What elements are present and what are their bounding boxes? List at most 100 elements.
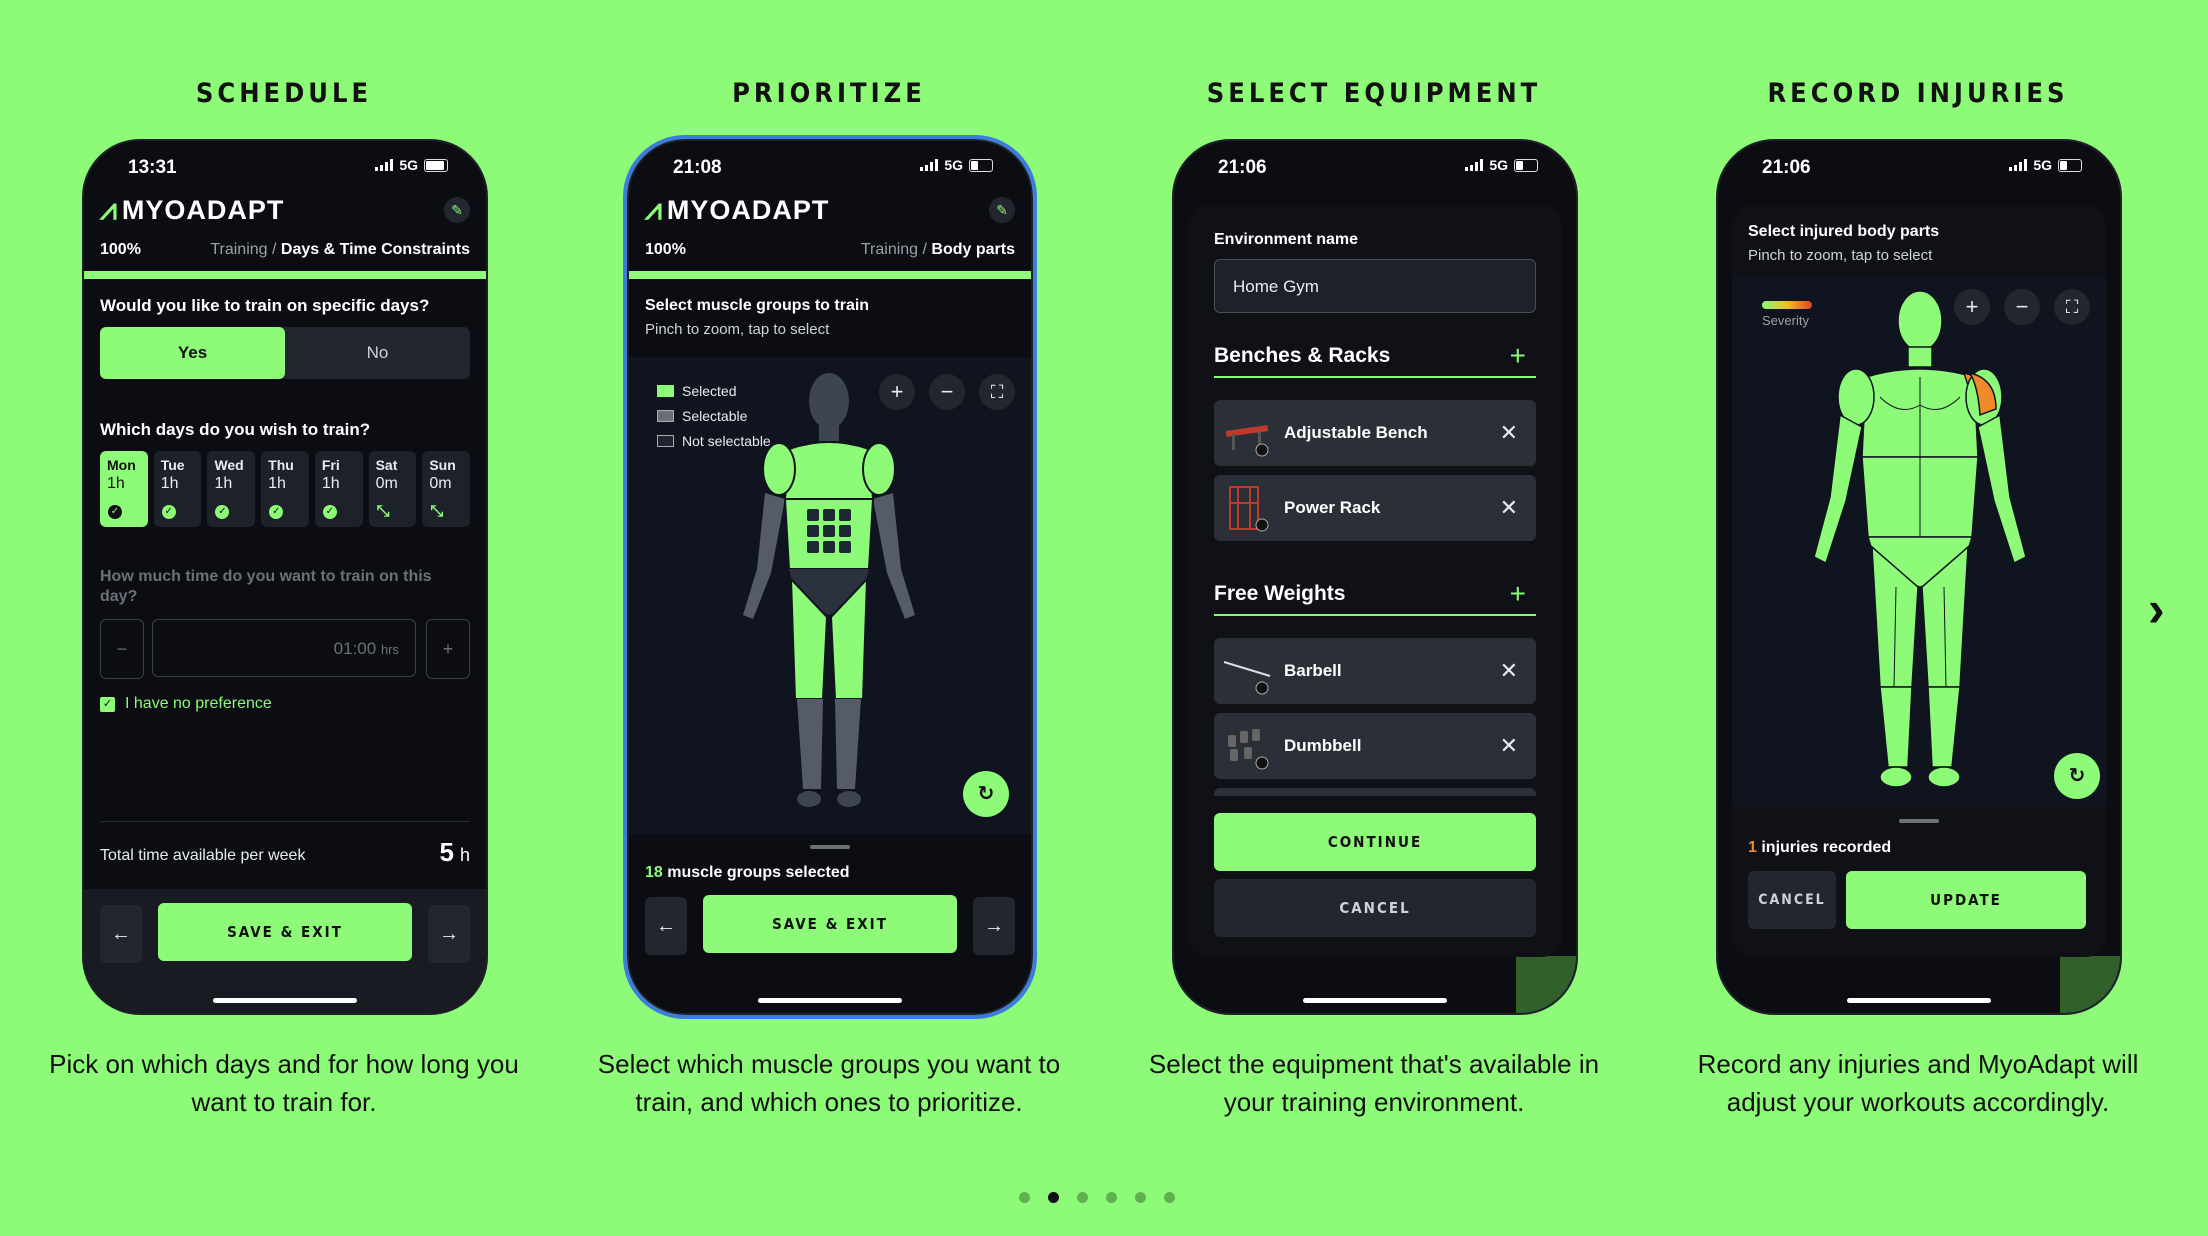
expand-icon: ⤡ <box>430 503 444 520</box>
pager-dot[interactable] <box>1164 1192 1175 1203</box>
save-exit-button[interactable]: SAVE & EXIT <box>158 903 412 961</box>
status-bar: 21:06 5G <box>1218 157 1538 181</box>
pager-dot[interactable] <box>1077 1192 1088 1203</box>
decrease-time-button[interactable]: − <box>100 619 144 679</box>
sheet-handle[interactable] <box>1899 819 1939 823</box>
edit-button[interactable]: ✎ <box>444 197 470 223</box>
panel-title: SELECT EQUIPMENT <box>1206 78 1542 109</box>
logo-icon: ⩘ <box>100 193 118 226</box>
status-time: 21:06 <box>1762 157 1811 178</box>
total-time-label: Total time available per week <box>100 847 306 864</box>
increase-time-button[interactable]: + <box>426 619 470 679</box>
carousel-next-icon[interactable]: › <box>2148 580 2165 638</box>
divider <box>100 821 470 822</box>
phone-injuries: 21:06 5G Select injured body parts Pinch… <box>1718 141 2120 1013</box>
breadcrumb-parent[interactable]: Training / <box>210 241 276 258</box>
zoom-out-button[interactable]: − <box>929 374 965 410</box>
equipment-item-barbell[interactable]: Barbell ✕ <box>1214 638 1536 704</box>
injury-body-figure[interactable] <box>1800 287 2040 797</box>
back-arrow-button[interactable]: ← <box>100 905 142 963</box>
day-wed[interactable]: Wed 1h ✓ <box>207 451 256 527</box>
signal-icon <box>375 159 394 171</box>
battery-icon <box>2058 158 2082 172</box>
breadcrumb: 100% Training / Body parts <box>645 241 1015 263</box>
no-preference-checkbox[interactable]: ✓ I have no preference <box>100 695 272 713</box>
cancel-button[interactable]: CANCEL <box>1748 871 1836 929</box>
update-button[interactable]: UPDATE <box>1846 871 2086 929</box>
muscle-body-figure[interactable] <box>729 369 929 819</box>
pager-dot[interactable] <box>1106 1192 1117 1203</box>
injury-header: Select injured body parts <box>1748 223 1940 240</box>
sheet-handle[interactable] <box>810 845 850 849</box>
add-equipment-button[interactable]: + <box>1510 574 1526 614</box>
fit-view-button[interactable]: ⛶ <box>979 374 1015 410</box>
remove-icon[interactable]: ✕ <box>1500 475 1518 541</box>
signal-icon <box>2009 159 2028 171</box>
cancel-button[interactable]: CANCEL <box>1214 879 1536 937</box>
status-bar: 13:31 5G <box>128 157 448 181</box>
day-sat[interactable]: Sat 0m ⤡ <box>368 451 417 527</box>
phone-schedule: 13:31 5G ⩘ MYOADAPT ✎ 100% Training / Day… <box>84 141 486 1013</box>
equipment-sheet: Environment name Home Gym Benches & Rack… <box>1188 205 1562 957</box>
carousel-pager <box>1019 1192 1175 1203</box>
injury-subheader: Pinch to zoom, tap to select <box>1748 247 1933 264</box>
equipment-item-power-rack[interactable]: Power Rack ✕ <box>1214 475 1536 541</box>
equipment-item-dumbbell[interactable]: Dumbbell ✕ <box>1214 713 1536 779</box>
panel-title: RECORD INJURIES <box>1767 78 2069 109</box>
env-name-input[interactable]: Home Gym <box>1214 259 1536 313</box>
body-subheader: Pinch to zoom, tap to select <box>645 321 830 338</box>
status-time: 21:08 <box>673 157 722 178</box>
rack-image <box>1222 483 1272 533</box>
day-selector: Mon 1h ✓ Tue 1h ✓ Wed 1h ✓ Thu 1h ✓ Fri 1h ✓ Sat 0m… <box>100 451 471 527</box>
time-input[interactable]: 01:00 hrs <box>152 619 416 677</box>
home-indicator <box>1303 998 1447 1003</box>
expand-icon: ⤡ <box>376 503 390 520</box>
panel-caption: Pick on which days and for how long you … <box>49 1049 519 1117</box>
bench-image <box>1222 408 1272 458</box>
home-indicator <box>213 998 357 1003</box>
day-sun[interactable]: Sun 0m ⤡ <box>422 451 471 527</box>
status-bar: 21:08 5G <box>673 157 993 181</box>
reset-view-button[interactable]: ↻ <box>963 771 1009 817</box>
check-icon: ✓ <box>322 505 337 519</box>
breadcrumb: 100% Training / Days & Time Constraints <box>100 241 470 263</box>
edit-button[interactable]: ✎ <box>989 197 1015 223</box>
battery-icon <box>424 158 448 172</box>
day-thu[interactable]: Thu 1h ✓ <box>261 451 309 527</box>
home-indicator <box>758 998 902 1003</box>
day-tue[interactable]: Tue 1h ✓ <box>153 451 202 527</box>
progress-percent: 100% <box>100 241 141 258</box>
back-arrow-button[interactable]: ← <box>645 897 687 955</box>
forward-arrow-button[interactable]: → <box>973 897 1015 955</box>
continue-button[interactable]: CONTINUE <box>1214 813 1536 871</box>
status-bar: 21:06 5G <box>1762 157 2082 181</box>
battery-icon <box>1514 158 1538 172</box>
network-label: 5G <box>399 157 418 173</box>
equipment-item-adjustable-bench[interactable]: Adjustable Bench ✕ <box>1214 400 1536 466</box>
question-which-days: Which days do you wish to train? <box>100 420 371 439</box>
yes-toggle[interactable]: Yes <box>100 327 285 379</box>
pager-dot-active[interactable] <box>1048 1192 1059 1203</box>
remove-icon[interactable]: ✕ <box>1500 400 1518 466</box>
save-exit-button[interactable]: SAVE & EXIT <box>703 895 957 953</box>
forward-arrow-button[interactable]: → <box>428 905 470 963</box>
day-mon[interactable]: Mon 1h ✓ <box>100 451 148 527</box>
fit-view-button[interactable]: ⛶ <box>2054 289 2090 325</box>
pager-dot[interactable] <box>1135 1192 1146 1203</box>
remove-icon[interactable]: ✕ <box>1500 713 1518 779</box>
panel-caption: Record any injuries and MyoAdapt will ad… <box>1697 1049 2139 1117</box>
remove-icon[interactable]: ✕ <box>1500 638 1518 704</box>
check-icon: ✓ <box>161 505 176 519</box>
pager-dot[interactable] <box>1019 1192 1030 1203</box>
day-fri[interactable]: Fri 1h ✓ <box>314 451 363 527</box>
list-overflow <box>1214 788 1536 796</box>
check-icon: ✓ <box>215 505 230 519</box>
question-time-per-day: How much time do you want to train on th… <box>100 568 432 605</box>
logo-icon: ⩘ <box>645 193 663 226</box>
time-unit: hrs <box>380 642 399 657</box>
reset-view-button[interactable]: ↻ <box>2054 753 2100 799</box>
phone-prioritize: 21:08 5G ⩘ MYOADAPT ✎ 100% Training / Bod… <box>623 135 1037 1019</box>
no-toggle[interactable]: No <box>285 327 470 379</box>
breadcrumb-parent[interactable]: Training / <box>861 241 927 258</box>
add-equipment-button[interactable]: + <box>1510 336 1526 376</box>
